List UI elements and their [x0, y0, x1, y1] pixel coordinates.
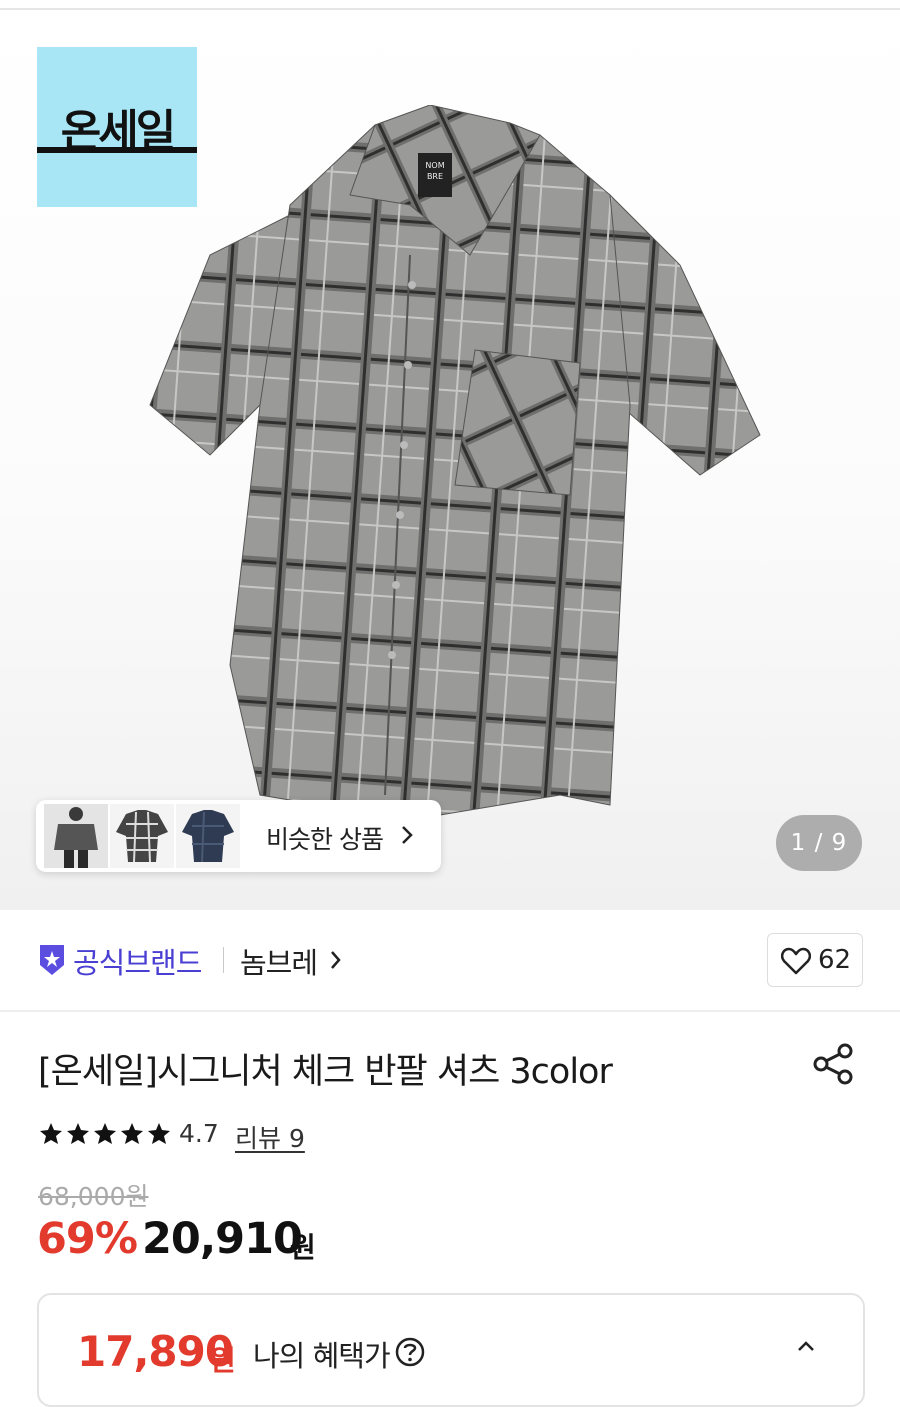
product-image[interactable]: NOM BRE: [140, 104, 770, 825]
heart-icon: [781, 947, 811, 975]
product-title: [온세일]시그니처 체크 반팔 셔츠 3color: [38, 1052, 613, 1092]
review-link[interactable]: 리뷰 9: [235, 1119, 305, 1155]
similar-products-card[interactable]: 비슷한 상품: [36, 800, 441, 872]
share-icon[interactable]: [812, 1043, 856, 1085]
star-icon: [40, 1123, 62, 1144]
brand-name-link[interactable]: 놈브레: [240, 940, 318, 982]
discount-rate: 69%: [37, 1214, 138, 1264]
like-button[interactable]: 62: [767, 933, 863, 987]
thumb-shirt-navy-icon: [176, 804, 240, 868]
star-icon: [148, 1123, 170, 1144]
star-icon: [94, 1123, 116, 1144]
star-icon: [121, 1123, 143, 1144]
official-brand-label: 공식브랜드: [73, 946, 202, 980]
plaid-shirt-illustration: NOM BRE: [149, 104, 761, 821]
original-price: 68,000원: [38, 1182, 149, 1211]
product-image-gallery[interactable]: 온세일 NOM BRE 비슷한 상품 1 / 9: [0, 10, 900, 910]
section-divider: [0, 1010, 900, 1012]
similar-thumb-1[interactable]: [44, 804, 108, 868]
chevron-right-icon: [331, 951, 341, 969]
chevron-up-icon[interactable]: [796, 1339, 816, 1353]
like-count: 62: [818, 945, 852, 975]
shield-star-icon: [40, 945, 64, 975]
brand-row: 공식브랜드 놈브레 62: [0, 910, 900, 1010]
benefit-label: 나의 혜택가: [253, 1339, 391, 1373]
similar-products-label[interactable]: 비슷한 상품: [266, 820, 384, 856]
similar-thumb-3[interactable]: [176, 804, 240, 868]
similar-thumb-2[interactable]: [110, 804, 174, 868]
star-icon: [67, 1123, 89, 1144]
sale-price: 20,910: [142, 1214, 303, 1264]
rating-value: 4.7: [179, 1119, 219, 1148]
brand-divider: [223, 947, 224, 973]
svg-text:NOM: NOM: [425, 161, 444, 170]
help-icon[interactable]: [394, 1336, 426, 1368]
star-rating: [40, 1123, 170, 1144]
svg-text:BRE: BRE: [427, 172, 443, 181]
benefit-price-unit: 원: [210, 1344, 236, 1377]
badge-text: 온세일: [60, 106, 176, 157]
sale-price-unit: 원: [290, 1231, 316, 1264]
thumb-model-icon: [44, 804, 108, 868]
image-pager: 1 / 9: [776, 815, 862, 871]
thumb-shirt-icon: [110, 804, 174, 868]
chevron-right-icon: [402, 826, 413, 844]
my-benefit-price-panel[interactable]: 17,890 원 나의 혜택가: [37, 1293, 865, 1407]
